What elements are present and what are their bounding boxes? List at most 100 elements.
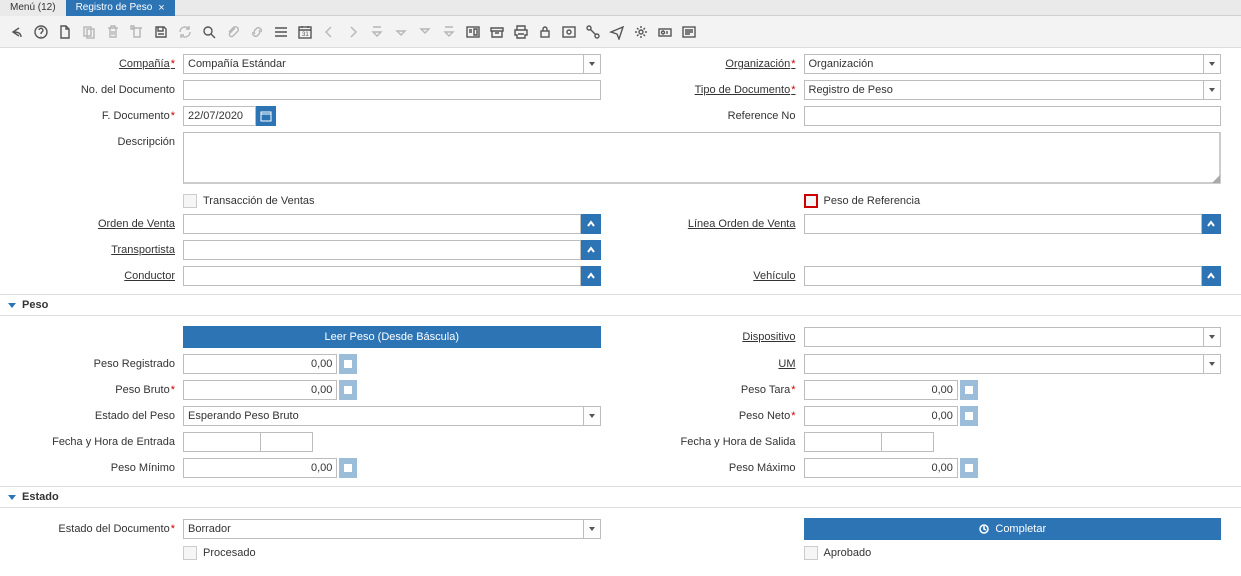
um-dropdown[interactable] (804, 354, 1222, 374)
peso-reg-input[interactable] (183, 354, 337, 374)
section-estado[interactable]: Estado (0, 486, 1241, 508)
label-linea-orden: Línea Orden de Venta (641, 218, 796, 230)
label-peso-tara: Peso Tara* (641, 384, 796, 396)
organizacion-dropdown[interactable] (804, 54, 1222, 74)
vehiculo-action[interactable] (1202, 266, 1221, 286)
chevron-down-icon[interactable] (1203, 54, 1221, 74)
label-ref-no: Reference No (641, 110, 796, 122)
peso-ref-checkbox[interactable] (804, 194, 818, 208)
tools-icon[interactable] (678, 21, 700, 43)
peso-min-input[interactable] (183, 458, 337, 478)
grid-icon[interactable] (270, 21, 292, 43)
orden-venta-input[interactable] (183, 214, 581, 234)
label-peso-bruto: Peso Bruto* (20, 384, 175, 396)
calc-icon[interactable] (960, 406, 978, 426)
save-icon[interactable] (150, 21, 172, 43)
search-icon[interactable] (198, 21, 220, 43)
archive-icon[interactable] (486, 21, 508, 43)
calc-icon[interactable] (339, 458, 357, 478)
linea-orden-input[interactable] (804, 214, 1202, 234)
f-salida-date[interactable] (804, 432, 882, 452)
f-entrada-date[interactable] (183, 432, 261, 452)
trans-ventas-checkbox[interactable] (183, 194, 197, 208)
label-estado-doc: Estado del Documento* (20, 523, 175, 535)
vehiculo-input[interactable] (804, 266, 1202, 286)
prev-icon (318, 21, 340, 43)
chevron-down-icon[interactable] (1203, 80, 1221, 100)
refresh-icon (174, 21, 196, 43)
calc-icon[interactable] (960, 380, 978, 400)
f-documento-input[interactable] (183, 106, 256, 126)
workflow-icon[interactable] (582, 21, 604, 43)
label-vehiculo: Vehículo (641, 270, 796, 282)
descripcion-textarea[interactable] (183, 132, 1221, 184)
peso-tara-input[interactable] (804, 380, 958, 400)
aprobado-checkbox[interactable] (804, 546, 818, 560)
print-icon[interactable] (510, 21, 532, 43)
transportista-input[interactable] (183, 240, 581, 260)
peso-neto-input[interactable] (804, 406, 958, 426)
estado-doc-dropdown[interactable] (183, 519, 601, 539)
calendar-icon[interactable] (256, 106, 276, 126)
label-peso-min: Peso Mínimo (20, 462, 175, 474)
undo-icon[interactable] (6, 21, 28, 43)
calc-icon[interactable] (960, 458, 978, 478)
collapse-icon (8, 303, 16, 308)
close-icon[interactable]: × (158, 1, 164, 15)
label-organizacion: Organización* (641, 58, 796, 70)
tipo-doc-dropdown[interactable] (804, 80, 1222, 100)
orden-venta-action[interactable] (581, 214, 600, 234)
transportista-action[interactable] (581, 240, 600, 260)
chevron-down-icon[interactable] (583, 406, 601, 426)
form: Compañía* Organización* No. del Document… (0, 48, 1241, 576)
calc-icon[interactable] (339, 380, 357, 400)
zoom-icon[interactable] (558, 21, 580, 43)
dispositivo-dropdown[interactable] (804, 327, 1222, 347)
label-compania: Compañía* (20, 58, 175, 70)
label-trans-ventas: Transacción de Ventas (203, 195, 315, 207)
chevron-down-icon[interactable] (583, 519, 601, 539)
label-f-salida: Fecha y Hora de Salida (641, 436, 796, 448)
lock-icon[interactable] (534, 21, 556, 43)
peso-bruto-input[interactable] (183, 380, 337, 400)
peso-max-input[interactable] (804, 458, 958, 478)
f-entrada-time[interactable] (261, 432, 313, 452)
no-doc-input[interactable] (183, 80, 601, 100)
chevron-down-icon[interactable] (583, 54, 601, 74)
up-icon (390, 21, 412, 43)
link-icon (246, 21, 268, 43)
scroll-area[interactable]: Compañía* Organización* No. del Document… (0, 48, 1241, 576)
collapse-icon (8, 495, 16, 500)
section-peso[interactable]: Peso (0, 294, 1241, 316)
next-icon (342, 21, 364, 43)
compania-dropdown[interactable] (183, 54, 601, 74)
linea-orden-action[interactable] (1202, 214, 1221, 234)
gear-icon[interactable] (630, 21, 652, 43)
new-icon[interactable] (54, 21, 76, 43)
down-icon (414, 21, 436, 43)
estado-peso-dropdown[interactable] (183, 406, 601, 426)
f-salida-time[interactable] (882, 432, 934, 452)
copy-icon (78, 21, 100, 43)
completar-button[interactable]: Completar (804, 518, 1222, 540)
report-icon[interactable] (462, 21, 484, 43)
leer-peso-button[interactable]: Leer Peso (Desde Báscula) (183, 326, 601, 348)
chevron-down-icon[interactable] (1203, 327, 1221, 347)
label-f-doc: F. Documento* (20, 110, 175, 122)
send-icon[interactable] (606, 21, 628, 43)
procesado-checkbox[interactable] (183, 546, 197, 560)
ref-no-input[interactable] (804, 106, 1222, 126)
help-icon[interactable] (30, 21, 52, 43)
conductor-input[interactable] (183, 266, 581, 286)
tab-registro-peso[interactable]: Registro de Peso × (66, 0, 175, 16)
first-icon (366, 21, 388, 43)
calc-icon[interactable] (339, 354, 357, 374)
delete-sel-icon (126, 21, 148, 43)
calendar-icon[interactable]: 31 (294, 21, 316, 43)
conductor-action[interactable] (581, 266, 600, 286)
tab-menu[interactable]: Menú (12) (0, 0, 66, 16)
process-icon[interactable] (654, 21, 676, 43)
delete-icon (102, 21, 124, 43)
label-descripcion: Descripción (20, 136, 175, 148)
chevron-down-icon[interactable] (1203, 354, 1221, 374)
